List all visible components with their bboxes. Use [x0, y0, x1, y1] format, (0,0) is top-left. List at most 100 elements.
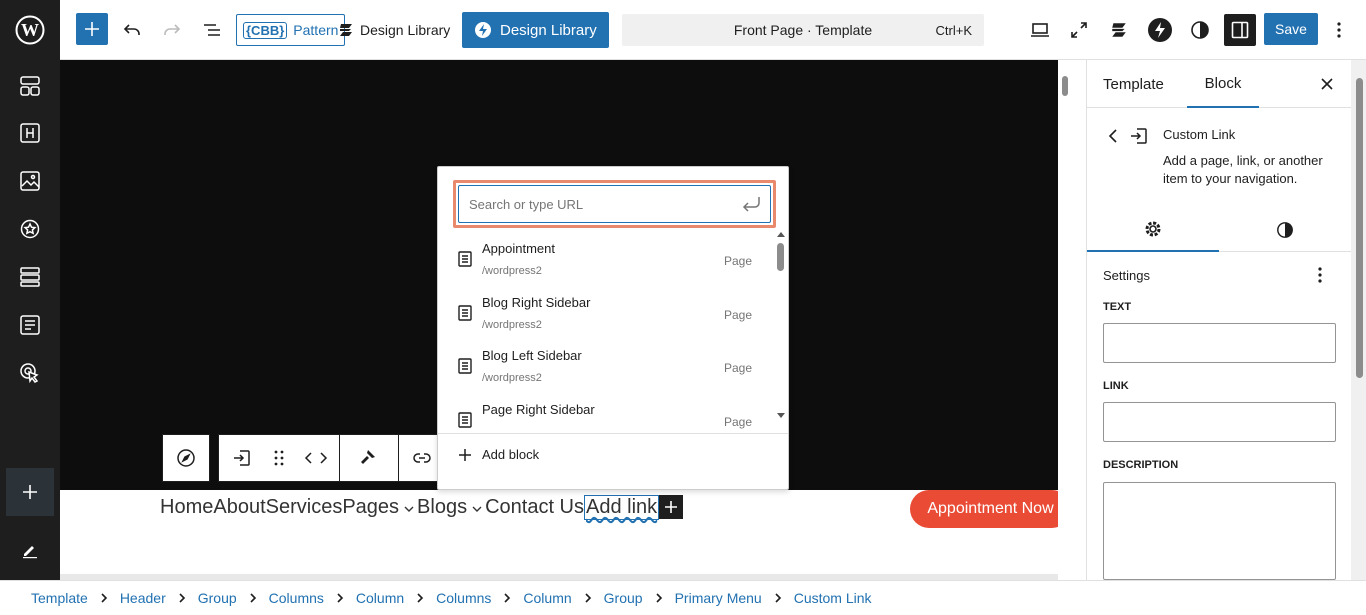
block-description: Add a page, link, or another item to you…: [1163, 153, 1323, 186]
wordpress-logo-icon[interactable]: W: [10, 10, 50, 50]
tab-styles[interactable]: [1219, 208, 1351, 252]
result-url: /wordpress2: [482, 319, 542, 331]
block-tools-button[interactable]: [340, 435, 398, 481]
canvas-scrollbar[interactable]: [1058, 60, 1072, 580]
link-field-label: LINK: [1103, 380, 1129, 392]
breadcrumb-item[interactable]: Column: [523, 590, 571, 606]
design-library-button[interactable]: Design Library: [338, 12, 450, 48]
primary-menu[interactable]: Home About Services Pages Blogs Contact …: [160, 492, 684, 522]
scroll-down-icon[interactable]: [776, 411, 786, 419]
settings-sidebar-toggle[interactable]: [1224, 14, 1256, 46]
breadcrumb-item[interactable]: Group: [198, 590, 237, 606]
scroll-up-icon[interactable]: [776, 231, 786, 239]
nav-item-about[interactable]: About: [213, 496, 265, 519]
tab-template[interactable]: Template: [1103, 60, 1164, 108]
settings-sidebar: Template Block Custom Link Add a page, l…: [1086, 60, 1366, 580]
drag-handle[interactable]: [265, 435, 293, 481]
close-icon[interactable]: [1317, 74, 1337, 94]
add-menu-item-button[interactable]: [659, 495, 684, 519]
cursor-click-icon[interactable]: [10, 353, 50, 393]
custom-link-block-button[interactable]: [219, 435, 265, 481]
layout-grid-icon[interactable]: [10, 66, 50, 106]
breadcrumb-item[interactable]: Custom Link: [794, 590, 872, 606]
nav-item-home[interactable]: Home: [160, 496, 213, 519]
block-inserter-button[interactable]: [76, 13, 108, 45]
command-palette-bar[interactable]: Front Page · Template Ctrl+K: [622, 14, 984, 46]
image-icon[interactable]: [10, 161, 50, 201]
design-library-primary-button[interactable]: Design Library: [462, 12, 609, 48]
undo-button[interactable]: [122, 12, 142, 48]
text-field-label: TEXT: [1103, 301, 1132, 313]
sidebar-scrollbar[interactable]: [1351, 60, 1366, 580]
add-block-button[interactable]: Add block: [458, 447, 539, 462]
breadcrumb-item[interactable]: Columns: [436, 590, 491, 606]
bolt-button[interactable]: [1147, 12, 1173, 48]
custom-link-icon: [1131, 128, 1147, 144]
list-item[interactable]: Appointment /wordpress2 Page: [438, 235, 778, 289]
options-button[interactable]: [1336, 12, 1342, 48]
chevron-right-icon: [503, 593, 511, 603]
tab-settings[interactable]: [1087, 208, 1219, 252]
link-field[interactable]: [1103, 402, 1336, 442]
breadcrumb-item[interactable]: Header: [120, 590, 166, 606]
breadcrumb-item[interactable]: Template: [31, 590, 88, 606]
star-badge-icon[interactable]: [10, 209, 50, 249]
select-parent-button[interactable]: [163, 435, 209, 481]
page-icon: [458, 412, 472, 428]
gear-icon: [1145, 221, 1161, 237]
list-item[interactable]: Blog Right Sidebar /wordpress2 Page: [438, 289, 778, 343]
tab-block[interactable]: Block: [1187, 60, 1259, 108]
document-overview-button[interactable]: [202, 12, 222, 48]
chevron-left-right-icon: [304, 452, 328, 464]
more-vertical-icon[interactable]: [1317, 266, 1323, 284]
appointment-button[interactable]: Appointment Now: [910, 490, 1071, 528]
url-search-input[interactable]: [459, 186, 770, 222]
hammer-icon: [361, 450, 375, 464]
breadcrumb: Template Header Group Columns Column Columns C…: [0, 580, 1366, 615]
cbb-pattern-button[interactable]: {CBB} Pattern: [236, 14, 346, 46]
breadcrumb-item[interactable]: Column: [356, 590, 404, 606]
enter-icon[interactable]: [740, 195, 762, 213]
result-url: /wordpress2: [482, 372, 542, 384]
breadcrumb-item[interactable]: Columns: [269, 590, 324, 606]
heading-icon[interactable]: [10, 113, 50, 153]
nav-item-services[interactable]: Services: [266, 496, 343, 519]
list-item[interactable]: Page Right Sidebar Page: [438, 396, 778, 431]
redo-button[interactable]: [162, 12, 182, 48]
design-library-primary-label: Design Library: [500, 21, 597, 39]
chevron-left-icon[interactable]: [1107, 128, 1119, 144]
style-toggle-button[interactable]: [1190, 12, 1210, 48]
search-field-wrapper: [458, 185, 771, 223]
text-field[interactable]: [1103, 323, 1336, 363]
result-kind: Page: [723, 308, 752, 322]
design-library-label: Design Library: [360, 22, 451, 38]
redo-icon: [164, 24, 181, 35]
half-circle-icon: [1277, 222, 1293, 238]
compass-icon: [177, 449, 195, 467]
move-left-right-button[interactable]: [293, 435, 339, 481]
description-field[interactable]: [1103, 482, 1336, 580]
stackable-icon: [1112, 23, 1126, 37]
result-kind: Page: [723, 361, 752, 375]
nav-item-pages[interactable]: Pages: [342, 496, 399, 519]
add-link-item[interactable]: Add link: [584, 494, 660, 520]
device-preview-button[interactable]: [1030, 12, 1050, 48]
result-url: /wordpress2: [482, 265, 542, 277]
nav-item-contact[interactable]: Contact Us: [485, 496, 584, 519]
chevron-right-icon: [249, 593, 257, 603]
list-item[interactable]: Blog Left Sidebar /wordpress2 Page: [438, 342, 778, 396]
chevron-down-icon: [472, 506, 482, 512]
fullscreen-button[interactable]: [1070, 12, 1088, 48]
results-scrollbar[interactable]: [776, 231, 786, 421]
rail-add-button[interactable]: [6, 468, 54, 516]
breadcrumb-item[interactable]: Group: [604, 590, 643, 606]
sidebar-subtabs: [1087, 208, 1351, 252]
pencil-icon[interactable]: [10, 530, 50, 570]
nav-item-blogs[interactable]: Blogs: [417, 496, 467, 519]
stack-icon[interactable]: [10, 257, 50, 297]
save-button[interactable]: Save: [1264, 13, 1318, 45]
stackable-settings-button[interactable]: [1110, 12, 1128, 48]
sidebar-icon: [1231, 21, 1249, 39]
breadcrumb-item[interactable]: Primary Menu: [675, 590, 762, 606]
form-icon[interactable]: [10, 305, 50, 345]
